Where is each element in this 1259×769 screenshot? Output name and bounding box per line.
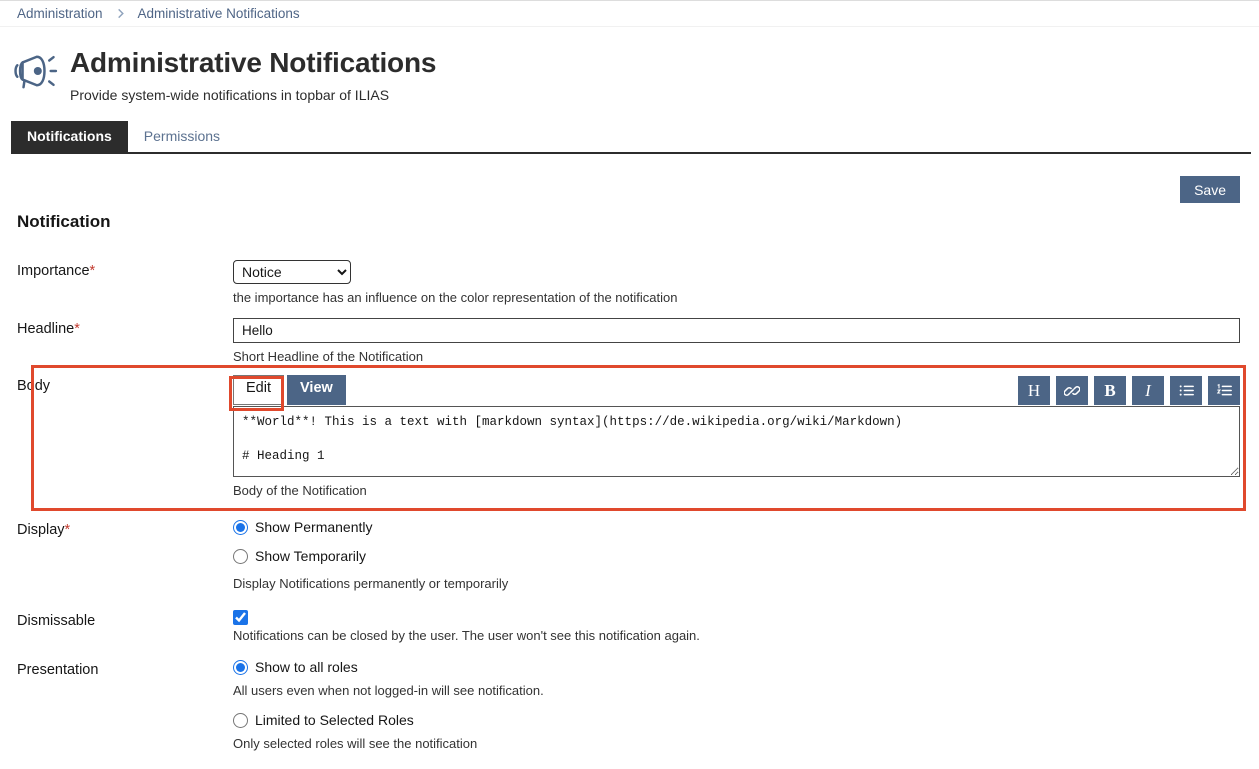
breadcrumb-administration[interactable]: Administration [17, 6, 103, 21]
radio-limited-to-selected-roles[interactable]: Limited to Selected Roles [233, 712, 1240, 728]
limited-roles-help: Only selected roles will see the notific… [233, 736, 1240, 751]
tab-permissions[interactable]: Permissions [128, 121, 236, 152]
radio-show-to-all-roles[interactable]: Show to all roles [233, 659, 1240, 675]
body-label: Body [17, 375, 233, 394]
tab-bar: Notifications Permissions [11, 121, 1251, 154]
save-button[interactable]: Save [1180, 176, 1240, 203]
tab-notifications[interactable]: Notifications [11, 121, 128, 152]
ordered-list-icon[interactable] [1208, 376, 1240, 405]
page-subtitle: Provide system-wide notifications in top… [70, 87, 436, 103]
importance-label: Importance* [17, 260, 233, 279]
radio-show-temporarily-input[interactable] [233, 549, 248, 564]
page-title: Administrative Notifications [70, 47, 436, 79]
presentation-label: Presentation [17, 659, 233, 678]
body-textarea[interactable]: **World**! This is a text with [markdown… [233, 406, 1240, 477]
dismissable-label: Dismissable [17, 610, 233, 629]
dismissable-help: Notifications can be closed by the user.… [233, 628, 1240, 643]
importance-select[interactable]: Notice [233, 260, 351, 284]
radio-show-to-all-roles-input[interactable] [233, 660, 248, 675]
display-help: Display Notifications permanently or tem… [233, 576, 1240, 591]
heading-icon[interactable]: H [1018, 376, 1050, 405]
form-row-body: Body Edit View H [17, 375, 1240, 498]
required-mark: * [90, 263, 96, 279]
radio-show-temporarily[interactable]: Show Temporarily [233, 548, 1240, 564]
body-view-tab[interactable]: View [287, 375, 346, 405]
show-to-all-roles-help: All users even when not logged-in will s… [233, 683, 1240, 698]
display-label: Display* [17, 519, 233, 538]
body-edit-tab[interactable]: Edit [233, 375, 284, 405]
required-mark: * [74, 321, 80, 337]
link-icon[interactable] [1056, 376, 1088, 405]
bold-icon[interactable]: B [1094, 376, 1126, 405]
radio-show-permanently[interactable]: Show Permanently [233, 519, 1240, 535]
form-row-importance: Importance* Notice the importance has an… [17, 260, 1240, 305]
breadcrumb: Administration Administrative Notificati… [0, 0, 1259, 27]
italic-icon[interactable]: I [1132, 376, 1164, 405]
radio-show-permanently-input[interactable] [233, 520, 248, 535]
headline-input[interactable] [233, 318, 1240, 343]
required-mark: * [65, 522, 71, 538]
page: Administration Administrative Notificati… [0, 0, 1259, 769]
megaphone-icon [10, 51, 58, 96]
body-help: Body of the Notification [233, 483, 1240, 498]
headline-help: Short Headline of the Notification [233, 349, 1240, 364]
unordered-list-icon[interactable] [1170, 376, 1202, 405]
content: Save Notification Importance* Notice the… [0, 176, 1259, 751]
notification-form: Importance* Notice the importance has an… [17, 260, 1240, 751]
form-row-display: Display* Show Permanently Show Temporari… [17, 519, 1240, 591]
chevron-right-icon [115, 8, 126, 19]
section-title: Notification [17, 212, 1240, 232]
markdown-toolbar: Edit View H [233, 375, 1240, 405]
headline-label: Headline* [17, 318, 233, 337]
breadcrumb-administrative-notifications[interactable]: Administrative Notifications [138, 6, 300, 21]
page-header: Administrative Notifications Provide sys… [0, 27, 1259, 103]
importance-help: the importance has an influence on the c… [233, 290, 1240, 305]
dismissable-checkbox[interactable] [233, 610, 248, 625]
radio-limited-to-selected-roles-input[interactable] [233, 713, 248, 728]
form-row-headline: Headline* Short Headline of the Notifica… [17, 318, 1240, 364]
form-row-dismissable: Dismissable Notifications can be closed … [17, 610, 1240, 643]
form-row-presentation: Presentation Show to all roles All users… [17, 659, 1240, 751]
